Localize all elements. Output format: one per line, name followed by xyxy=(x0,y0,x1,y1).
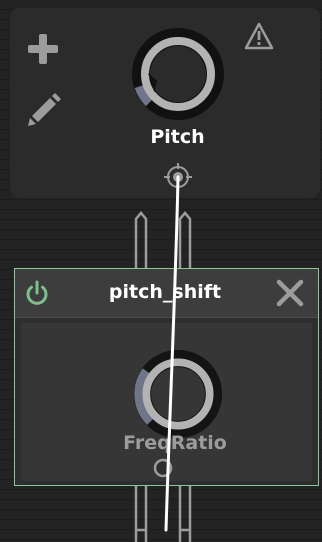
connector-left-top[interactable] xyxy=(134,211,148,268)
connector-right-bottom[interactable] xyxy=(178,486,192,542)
connection-layer xyxy=(134,175,192,542)
patch-wire[interactable] xyxy=(164,175,180,532)
connector-left-bottom[interactable] xyxy=(134,486,148,542)
connector-right-top[interactable] xyxy=(178,211,192,268)
